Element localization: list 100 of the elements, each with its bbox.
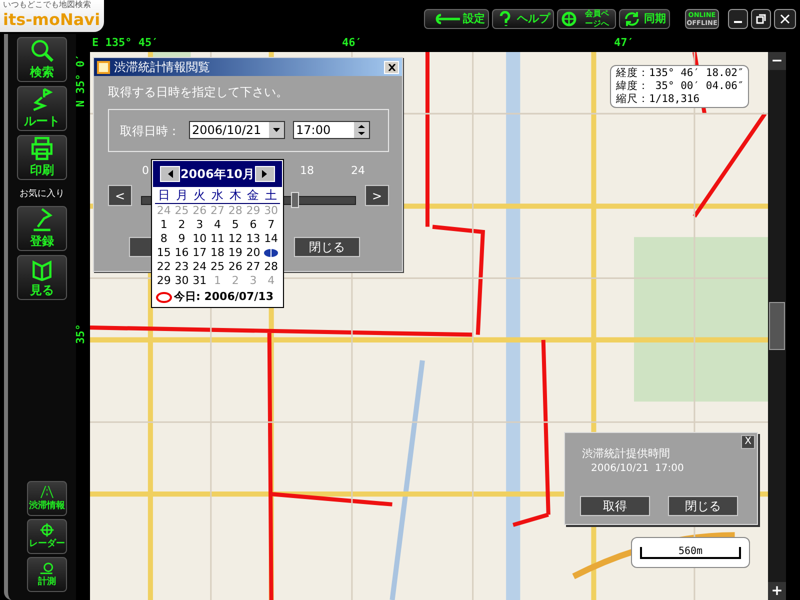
sidebar-button[interactable]: レーダー [27,519,67,554]
road-icon [39,484,55,500]
longitude-label: 46′ [342,35,362,51]
tape-measure-icon [39,560,55,576]
weekday-label: 日 [156,188,171,203]
calendar-day[interactable]: 31 [190,274,209,288]
calendar-day[interactable]: 27 [244,260,262,274]
weekday-label: 木 [228,188,242,203]
instruction-text: 取得する日時を指定して下さい。 [108,84,288,101]
scale-label: 560m [678,546,703,556]
coordinate-text: 経度：135° 46′ 18.02″ [616,67,743,80]
calendar-day[interactable]: 11 [208,232,226,246]
calendar-day[interactable]: 16 [172,246,191,260]
calendar-day[interactable]: 14 [262,232,280,246]
calendar-day[interactable]: 12 [226,232,244,246]
selected-day-icon [263,248,280,258]
coordinate-text: 緯度： 35° 00′ 04.06″ [616,80,743,93]
calendar-day[interactable]: 26 [226,260,244,274]
hour-label: 24 [351,163,365,179]
calendar-day[interactable]: 20 [244,246,262,260]
calendar-day[interactable]: 6 [244,218,262,232]
weekday-label: 火 [192,188,207,203]
toolbar-button[interactable]: ヘルプ [492,9,554,29]
weekday-label: 金 [246,188,260,203]
calendar-day[interactable]: 30 [172,274,191,288]
sidebar-button[interactable]: 登録 [17,206,67,250]
calendar-day[interactable]: 25 [208,260,226,274]
sidebar-button[interactable]: 見る [17,254,67,300]
toolbar-button[interactable]: 会員ページへ [557,9,616,29]
close-icon [388,64,396,70]
zoom-in-button[interactable]: + [768,582,786,600]
calendar-day[interactable]: 10 [190,232,209,246]
search-icon [29,38,55,63]
calendar-month: 2006年10月 [180,166,255,183]
weekday-label: 月 [174,188,189,203]
calendar-day[interactable]: 5 [226,218,244,232]
crosshair-icon [39,522,55,538]
calendar-day[interactable]: 15 [155,246,173,260]
close-button[interactable]: X [741,435,755,449]
restore-button[interactable] [751,9,771,29]
date-dropdown[interactable]: 2006/10/21 [189,121,285,139]
calendar-day[interactable]: 8 [155,232,173,246]
calendar-day[interactable]: 17 [190,246,209,260]
panel-button[interactable]: 取得 [580,496,650,516]
panel-button[interactable]: 閉じる [668,496,738,516]
time-spinner[interactable]: 17:00 [293,121,370,139]
toolbar-button[interactable]: 同期 [619,9,670,29]
minimize-button[interactable] [728,9,748,29]
favorites-label: お気に入り [20,188,64,201]
zoom-out-button[interactable]: − [768,52,786,70]
spinner-arrows-icon [354,122,369,138]
next-button[interactable]: > [365,185,389,206]
calendar-day[interactable]: 29 [155,274,173,288]
calendar-day[interactable]: 19 [226,246,244,260]
weekday-label: 土 [264,188,278,203]
coordinate-text: 縮尺：1/18,316 [616,93,701,106]
calendar-day[interactable]: 2 [172,218,191,232]
longitude-label: 47′ [614,35,634,51]
calendar-day[interactable]: 23 [172,260,191,274]
next-month-button[interactable] [254,166,275,182]
hour-label: 18 [300,163,314,179]
calendar-day[interactable]: 24 [190,260,209,274]
today-date: 今日: 2006/07/13 [174,289,274,305]
left-triangle-icon [168,170,172,178]
toolbar-button[interactable]: 設定 [424,9,489,29]
printer-icon [29,136,55,161]
info-datetime: 2006/10/21 17:00 [591,462,684,476]
calendar-day[interactable]: 18 [208,246,226,260]
sidebar-button[interactable]: ルート [17,86,67,131]
date-value: 2006/10/21 [191,122,262,139]
calendar-day[interactable]: 4 [208,218,226,232]
logo-tagline: いつもどこでも地図検索 [3,0,91,10]
previous-button[interactable]: < [108,185,132,206]
zoom-slider-handle[interactable] [769,302,785,350]
sync-icon [623,11,641,27]
latitude-label: N 35° 0′ [75,54,88,107]
sidebar-button[interactable]: 渋滞情報 [27,481,67,516]
sidebar-button[interactable]: 検索 [17,37,67,82]
selected-day-marker[interactable] [262,246,280,260]
calendar-day[interactable]: 22 [155,260,173,274]
calendar-day[interactable]: 1 [155,218,173,232]
calendar-day[interactable]: 7 [262,218,280,232]
globe-icon [561,11,579,27]
calendar-day[interactable]: 3 [190,218,209,232]
calendar-day[interactable]: 13 [244,232,262,246]
slider-thumb[interactable] [291,192,300,208]
calendar-day[interactable]: 28 [262,260,280,274]
restore-icon [756,14,766,24]
sidebar-button[interactable]: 計測 [27,557,67,592]
close-dialog-button[interactable]: 閉じる [294,237,360,257]
info-title: 渋滞統計提供時間 [582,446,670,462]
app-icon [97,60,110,74]
hour-label: 0 [142,163,149,179]
close-button[interactable] [774,9,796,29]
weekday-label: 水 [210,188,224,203]
previous-month-button[interactable] [160,166,180,182]
sidebar-button[interactable]: 印刷 [17,135,67,180]
dialog-title: 渋滞統計情報閲覧 [114,59,211,76]
calendar-day[interactable]: 9 [172,232,191,246]
logo: its-moNavi [3,10,102,30]
